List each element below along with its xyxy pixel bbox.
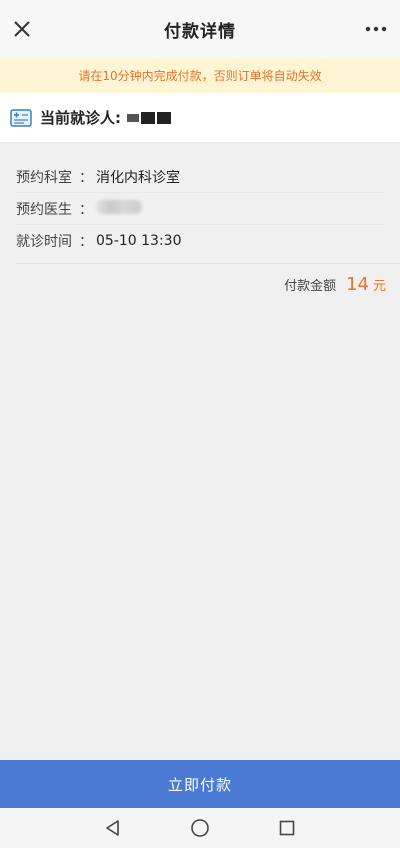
detail-row-department: 预约科室 ： 消化内科诊室 xyxy=(16,161,384,193)
amount-value: 14 xyxy=(346,274,369,295)
detail-row-time: 就诊时间 ： 05-10 13:30 xyxy=(16,225,384,257)
amount-label: 付款金额 xyxy=(284,279,337,294)
detail-value: 消化内科诊室 xyxy=(96,169,180,186)
id-card-icon xyxy=(10,108,32,127)
appointment-details: 预约科室 ： 消化内科诊室 预约医生 ： 就诊时间 ： 05-10 13:30 xyxy=(0,143,400,263)
detail-colon: ： xyxy=(79,169,93,186)
redacted-mark xyxy=(127,113,139,122)
current-patient-bar: 当前就诊人: xyxy=(0,93,400,143)
detail-label: 预约科室 xyxy=(16,169,72,186)
pay-now-button[interactable]: 立即付款 xyxy=(0,760,400,808)
close-button[interactable] xyxy=(8,15,36,43)
detail-value-doctor-blurred xyxy=(96,199,142,218)
detail-label: 就诊时间 xyxy=(16,234,72,250)
home-circle-icon xyxy=(191,819,209,837)
system-navigation-bar xyxy=(0,808,400,848)
close-icon xyxy=(14,21,30,37)
redacted-mark xyxy=(157,111,171,124)
back-button[interactable] xyxy=(98,813,128,843)
detail-value: 05-10 13:30 xyxy=(96,233,182,249)
payment-timeout-notice: 请在10分钟内完成付款，否则订单将自动失效 xyxy=(0,58,400,93)
detail-colon: ： xyxy=(79,234,93,250)
more-button[interactable] xyxy=(360,15,392,43)
detail-label: 预约医生 xyxy=(16,201,72,218)
detail-colon: ： xyxy=(79,201,93,218)
detail-row-doctor: 预约医生 ： xyxy=(16,193,384,225)
redacted-mark xyxy=(141,111,155,124)
page-title: 付款详情 xyxy=(164,21,236,42)
divider xyxy=(16,263,400,264)
current-patient-label: 当前就诊人: xyxy=(40,109,121,127)
home-button[interactable] xyxy=(185,813,215,843)
back-triangle-icon xyxy=(106,820,120,836)
recents-button[interactable] xyxy=(272,813,302,843)
blurred-doctor-name xyxy=(96,199,142,214)
payment-amount: 付款金额 14 元 xyxy=(284,274,386,295)
recents-square-icon xyxy=(279,820,294,836)
more-icon xyxy=(365,26,387,32)
patient-name-redacted xyxy=(127,111,171,124)
amount-unit: 元 xyxy=(372,279,386,294)
title-bar: 付款详情 xyxy=(0,0,400,58)
